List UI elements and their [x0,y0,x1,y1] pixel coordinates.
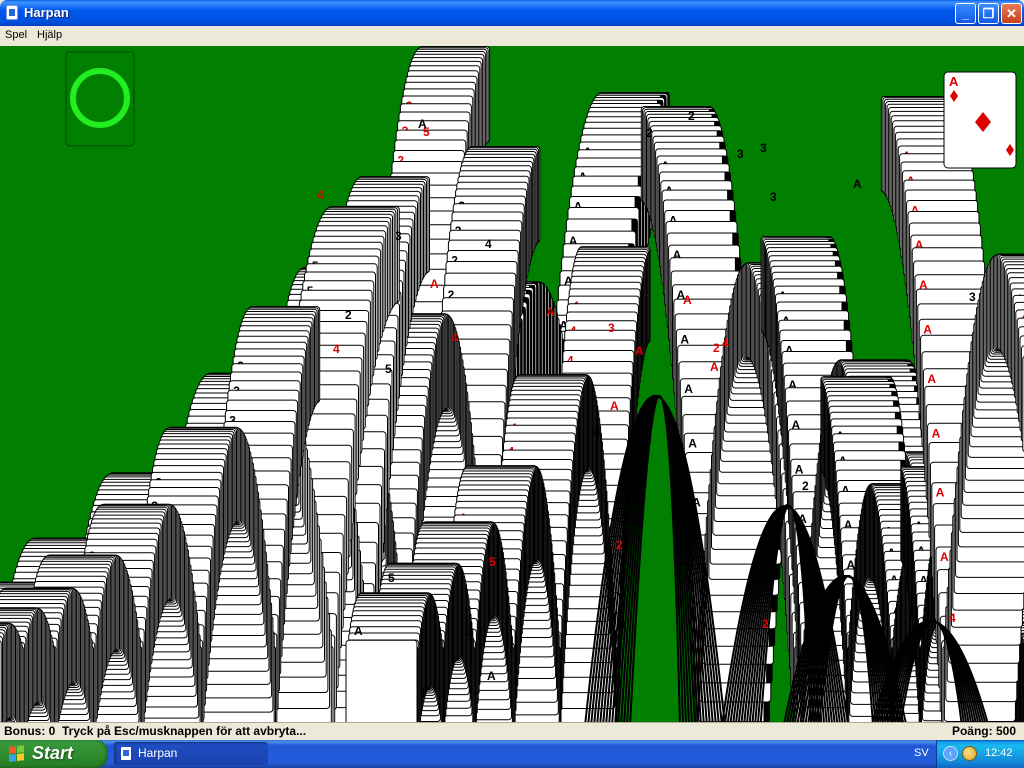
minimize-button[interactable]: _ [955,3,976,24]
svg-text:5: 5 [489,555,496,569]
taskbar-button-label: Harpan [138,746,178,760]
svg-text:A: A [680,332,689,346]
system-tray: ‹ 12:42 [936,740,1024,768]
svg-text:A: A [430,277,439,291]
app-card-icon [6,5,18,20]
language-indicator[interactable]: SV [914,747,929,759]
svg-text:A: A [927,372,936,386]
svg-text:2: 2 [802,479,809,493]
svg-text:3: 3 [419,686,426,700]
svg-text:3: 3 [770,190,777,204]
svg-text:4: 4 [722,336,729,350]
network-globe-icon[interactable] [962,746,977,761]
svg-text:A: A [932,426,941,440]
win-animation-canvas: AAAAAAAAAAAAAAAAAAAAAAAAAAAAAAAAAAAAAAAA… [0,46,1024,722]
svg-text:4: 4 [949,611,956,625]
svg-text:A: A [940,550,949,564]
svg-text:A: A [487,669,496,683]
svg-text:A: A [643,431,652,445]
clock[interactable]: 12:42 [985,747,1013,759]
svg-text:2: 2 [762,617,769,631]
svg-text:4: 4 [333,342,340,356]
bonus-status-text: Bonus: 0 Tryck på Esc/musknappen för att… [4,724,307,738]
svg-text:A: A [354,624,363,638]
svg-text:2: 2 [646,126,653,140]
svg-text:5: 5 [385,362,392,376]
svg-text:4: 4 [317,188,324,202]
svg-text:5: 5 [676,593,683,607]
svg-text:2: 2 [688,109,695,123]
restore-button[interactable]: ❐ [978,3,999,24]
svg-text:3: 3 [607,598,614,612]
menu-hjalp[interactable]: Hjälp [37,29,62,41]
menu-spel[interactable]: Spel [5,29,27,41]
svg-text:2: 2 [345,308,352,322]
svg-text:A: A [688,436,697,450]
svg-text:A: A [683,293,692,307]
card-rank-label: A [949,74,959,89]
window-title: Harpan [24,5,69,20]
svg-text:3: 3 [619,618,626,632]
status-bar: Bonus: 0 Tryck på Esc/musknappen för att… [0,722,1024,740]
harpan-window: Harpan _ ❐ ✕ Spel Hjälp A A A A A A A A A A A A A A A A… [0,0,1024,740]
game-board[interactable]: AAAAAAAAAAAAAAAAAAAAAAAAAAAAAAAAAAAAAAAA… [0,46,1024,722]
close-button[interactable]: ✕ [1001,3,1022,24]
svg-text:A: A [684,382,693,396]
show-hidden-icons-icon[interactable]: ‹ [943,746,958,761]
svg-text:A: A [546,305,555,319]
svg-text:A: A [923,322,932,336]
svg-text:4: 4 [593,425,600,439]
taskbar: Start Harpan SV ‹ 12:42 [0,740,1024,768]
svg-text:A: A [710,360,719,374]
stock-slot[interactable] [65,51,135,147]
svg-text:A: A [936,486,945,500]
svg-text:3: 3 [737,147,744,161]
svg-text:A: A [635,344,644,358]
svg-text:4: 4 [485,237,492,251]
score-text: Poäng: 500 [951,724,1016,738]
svg-text:4: 4 [451,331,458,345]
svg-text:A: A [795,462,804,476]
start-label: Start [32,743,74,763]
start-button[interactable]: Start [0,740,108,768]
card-app-icon [121,747,131,760]
svg-text:3: 3 [969,290,976,304]
taskbar-button-harpan[interactable]: Harpan [114,742,268,765]
svg-text:3: 3 [760,141,767,155]
ace-of-diamonds-card: A [943,71,1017,169]
svg-text:A: A [418,117,427,131]
svg-text:3: 3 [395,229,402,243]
menu-bar: Spel Hjälp [0,26,1024,46]
svg-text:3: 3 [608,321,615,335]
svg-text:2: 2 [616,538,623,552]
title-bar[interactable]: Harpan _ ❐ ✕ [0,0,1024,26]
svg-text:5: 5 [388,571,395,585]
svg-text:2: 2 [713,341,720,355]
svg-text:3: 3 [467,625,474,639]
svg-text:A: A [610,399,619,413]
svg-text:A: A [853,177,862,191]
windows-flag-icon [9,745,25,763]
